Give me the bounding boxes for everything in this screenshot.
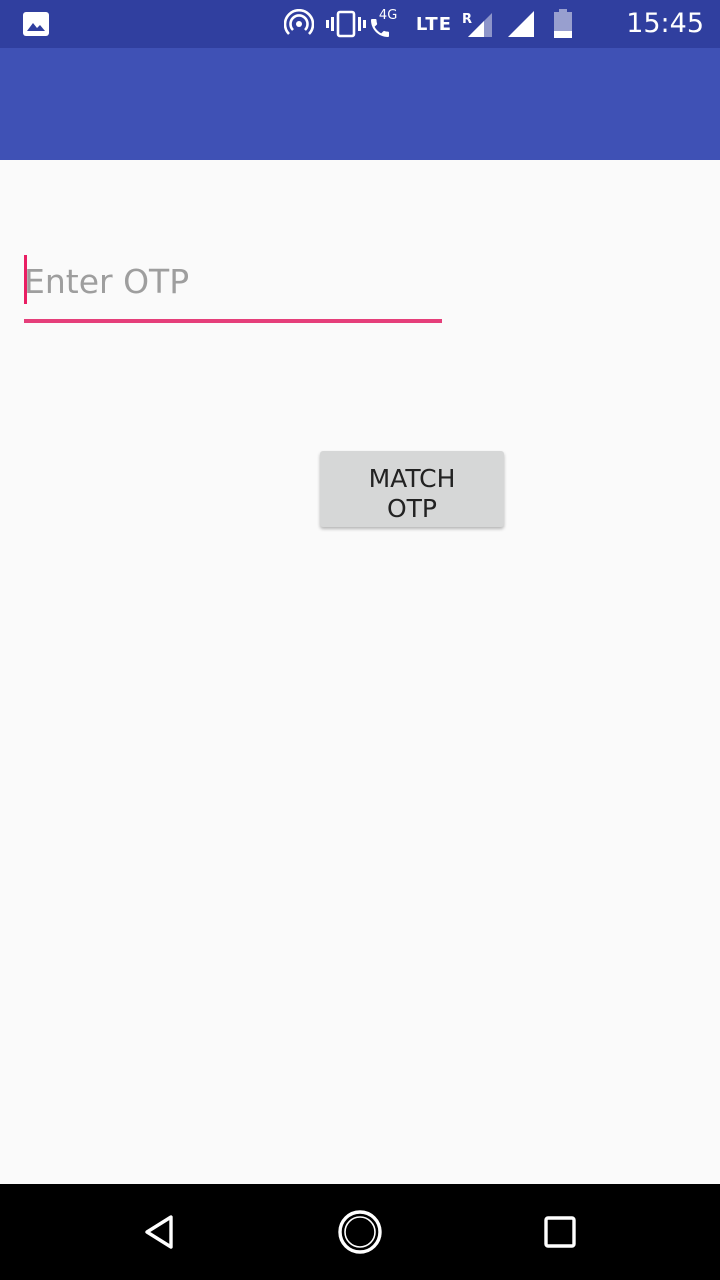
recents-icon xyxy=(544,1216,576,1248)
app-bar xyxy=(0,48,720,160)
otp-field[interactable] xyxy=(24,250,442,324)
app-screen: 4G LTE R 15:45 Enter OTP MATCH OTP xyxy=(0,0,720,1280)
signal-icon xyxy=(468,13,492,37)
call-icon xyxy=(370,19,389,37)
back-icon xyxy=(145,1215,173,1249)
signal-icon xyxy=(508,11,534,37)
back-button[interactable] xyxy=(136,1208,184,1256)
gallery-icon xyxy=(23,12,49,36)
otp-input[interactable] xyxy=(24,250,442,312)
otp-input-underline xyxy=(24,319,442,323)
home-icon xyxy=(338,1210,382,1254)
network-lte-label: LTE xyxy=(415,13,452,35)
vibrate-icon xyxy=(325,10,366,38)
recents-button[interactable] xyxy=(536,1208,584,1256)
hotspot-icon xyxy=(283,9,314,35)
status-clock: 15:45 xyxy=(626,8,704,39)
status-bar: 4G LTE R 15:45 xyxy=(0,0,720,48)
navigation-bar xyxy=(0,1184,720,1280)
match-otp-button[interactable]: MATCH OTP xyxy=(320,451,504,527)
match-otp-button-label: MATCH OTP xyxy=(368,464,456,523)
home-button[interactable] xyxy=(336,1208,384,1256)
text-cursor xyxy=(24,255,27,304)
battery-icon xyxy=(554,9,572,38)
status-icons: 4G LTE R xyxy=(283,8,574,40)
